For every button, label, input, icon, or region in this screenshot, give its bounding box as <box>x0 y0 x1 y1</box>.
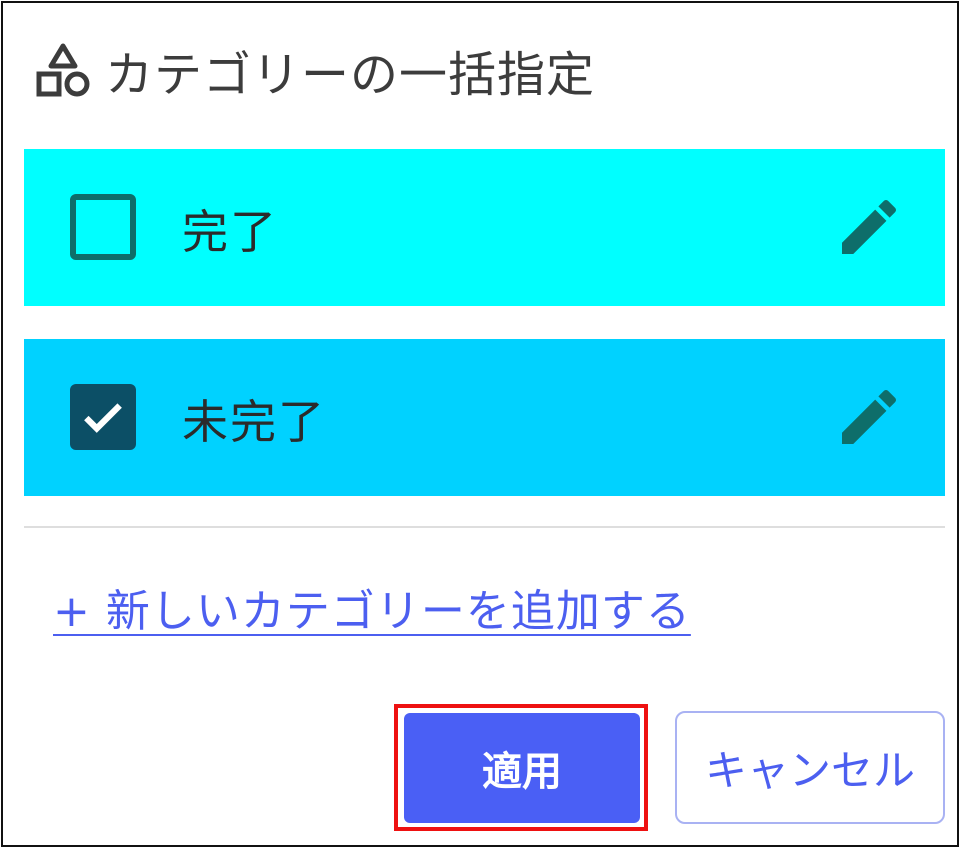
category-checkbox-incomplete[interactable] <box>70 384 136 450</box>
pencil-icon[interactable] <box>833 191 905 263</box>
dialog-header: カテゴリーの一括指定 <box>33 39 595 103</box>
category-checkbox-complete[interactable] <box>70 194 136 260</box>
divider <box>24 526 945 528</box>
apply-button[interactable]: 適用 <box>404 713 640 823</box>
pencil-icon[interactable] <box>833 381 905 453</box>
dialog-title: カテゴリーの一括指定 <box>105 47 596 103</box>
category-dialog: カテゴリーの一括指定 完了 未完了 + 新しいカテゴリーを追加する 適用 キャン… <box>1 1 959 847</box>
add-category-link[interactable]: + 新しいカテゴリーを追加する <box>53 575 691 639</box>
cancel-button[interactable]: キャンセル <box>675 711 945 824</box>
shapes-icon <box>36 43 90 97</box>
category-label: 未完了 <box>182 395 326 449</box>
category-label: 完了 <box>182 205 278 259</box>
category-item-complete[interactable]: 完了 <box>24 149 945 306</box>
category-item-incomplete[interactable]: 未完了 <box>24 339 945 496</box>
checkmark-icon <box>84 403 122 433</box>
